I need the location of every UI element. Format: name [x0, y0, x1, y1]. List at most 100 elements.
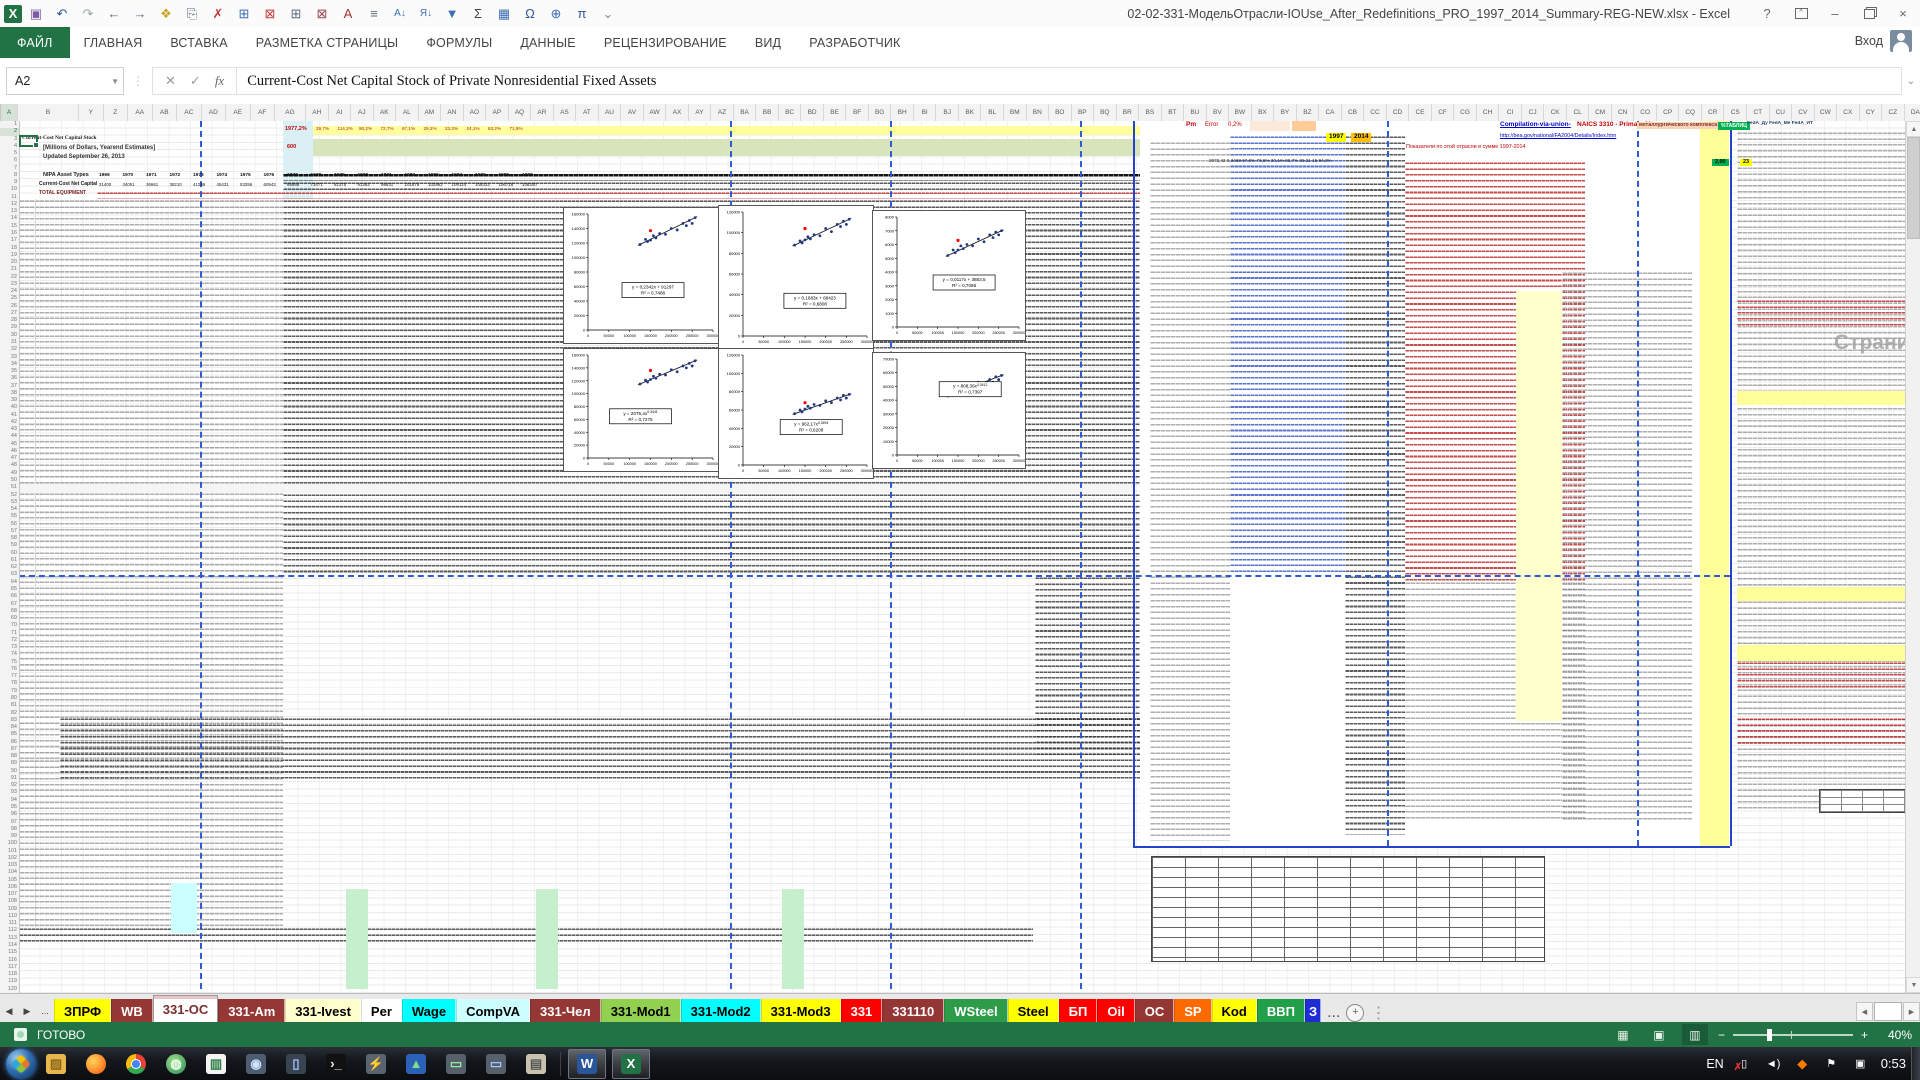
row-header-17[interactable]: 17: [0, 237, 19, 244]
sheet-tab-Steel[interactable]: Steel: [1008, 999, 1059, 1023]
row-header-20[interactable]: 20: [0, 259, 19, 266]
firefox-taskbar-icon[interactable]: [81, 1051, 111, 1077]
row-header-22[interactable]: 22: [0, 274, 19, 281]
row-header-7[interactable]: 7: [0, 165, 19, 172]
sheet-tab-331110[interactable]: 331110: [882, 999, 944, 1023]
row-header-27[interactable]: 27: [0, 310, 19, 317]
row-header-23[interactable]: 23: [0, 281, 19, 288]
column-header-AT[interactable]: AT: [576, 104, 599, 121]
column-header-AJ[interactable]: AJ: [351, 104, 374, 121]
sheet-tab-Per[interactable]: Per: [361, 999, 402, 1023]
row-header-119[interactable]: 119: [0, 978, 19, 985]
row-header-109[interactable]: 109: [0, 906, 19, 913]
back-icon[interactable]: ←: [102, 3, 126, 25]
ribbon-tab-разработчик[interactable]: РАЗРАБОТЧИК: [795, 27, 914, 58]
paste-cells-icon[interactable]: ⎘: [180, 3, 204, 25]
sheet-tab-CompVA[interactable]: CompVA: [456, 999, 530, 1023]
horizontal-scroll-thumb[interactable]: [1874, 1002, 1902, 1021]
column-header-BQ[interactable]: BQ: [1094, 104, 1117, 121]
fax-printer-taskbar-icon[interactable]: ▤: [521, 1051, 551, 1077]
column-header-Y[interactable]: Y: [79, 104, 104, 121]
row-header-95[interactable]: 95: [0, 804, 19, 811]
network-icon[interactable]: ▣: [1852, 1056, 1869, 1071]
delete-table-icon[interactable]: ⊠: [310, 3, 334, 25]
column-header-CG[interactable]: CG: [1454, 104, 1477, 121]
row-header-113[interactable]: 113: [0, 935, 19, 942]
sheet-tab-331-Чел[interactable]: 331-Чел: [530, 999, 601, 1023]
column-header-CP[interactable]: CP: [1657, 104, 1680, 121]
column-header-BV[interactable]: BV: [1207, 104, 1230, 121]
row-header-2[interactable]: 2: [0, 128, 19, 135]
sign-in[interactable]: Вход: [1855, 30, 1912, 52]
row-header-85[interactable]: 85: [0, 731, 19, 738]
remote-desktop-taskbar-icon[interactable]: ▭: [441, 1051, 471, 1077]
delete-cells-right-icon[interactable]: ⊠: [258, 3, 282, 25]
row-header-92[interactable]: 92: [0, 782, 19, 789]
row-header-72[interactable]: 72: [0, 637, 19, 644]
column-header-AF[interactable]: AF: [251, 104, 276, 121]
column-header-CR[interactable]: CR: [1702, 104, 1725, 121]
sort-desc-icon[interactable]: Я↓: [414, 3, 438, 25]
sheet-tab-ЗПРФ[interactable]: ЗПРФ: [54, 999, 111, 1023]
row-header-104[interactable]: 104: [0, 869, 19, 876]
column-header-CD[interactable]: CD: [1387, 104, 1410, 121]
row-header-21[interactable]: 21: [0, 266, 19, 273]
row-header-96[interactable]: 96: [0, 811, 19, 818]
scatter-chart-2[interactable]: 0200004000060000800001000001200000500001…: [718, 205, 874, 350]
row-header-26[interactable]: 26: [0, 303, 19, 310]
format-painter-icon[interactable]: ❖: [154, 3, 178, 25]
account-avatar[interactable]: [1890, 30, 1912, 52]
column-header-CN[interactable]: CN: [1612, 104, 1635, 121]
row-header-24[interactable]: 24: [0, 288, 19, 295]
row-header-93[interactable]: 93: [0, 789, 19, 796]
redo-icon[interactable]: ↷: [76, 3, 100, 25]
sheet-tab-Oil[interactable]: Oil: [1097, 999, 1134, 1023]
column-header-AU[interactable]: AU: [599, 104, 622, 121]
ribbon-tab-вид[interactable]: ВИД: [741, 27, 795, 58]
row-header-47[interactable]: 47: [0, 455, 19, 462]
row-header-18[interactable]: 18: [0, 245, 19, 252]
column-header-CO[interactable]: CO: [1634, 104, 1657, 121]
row-header-57[interactable]: 57: [0, 528, 19, 535]
column-header-DA[interactable]: DA: [1905, 104, 1920, 121]
ribbon-tab-вставка[interactable]: ВСТАВКА: [156, 27, 241, 58]
ribbon-tab-формулы[interactable]: ФОРМУЛЫ: [412, 27, 506, 58]
row-header-34[interactable]: 34: [0, 361, 19, 368]
row-header-114[interactable]: 114: [0, 942, 19, 949]
row-header-91[interactable]: 91: [0, 775, 19, 782]
column-header-AK[interactable]: AK: [374, 104, 397, 121]
column-header-BC[interactable]: BC: [779, 104, 802, 121]
row-header-108[interactable]: 108: [0, 898, 19, 905]
column-header-AE[interactable]: AE: [226, 104, 251, 121]
file-explorer-taskbar-icon[interactable]: ▨: [41, 1051, 71, 1077]
row-header-99[interactable]: 99: [0, 833, 19, 840]
row-header-19[interactable]: 19: [0, 252, 19, 259]
sheet-tab-331-Mod1[interactable]: 331-Mod1: [601, 999, 681, 1023]
sheet-tab-Wage[interactable]: Wage: [402, 999, 456, 1023]
phone-app-taskbar-icon[interactable]: ▯: [281, 1051, 311, 1077]
vertical-scroll-thumb[interactable]: [1907, 137, 1920, 239]
row-header-35[interactable]: 35: [0, 368, 19, 375]
row-header-78[interactable]: 78: [0, 680, 19, 687]
column-header-BG[interactable]: BG: [869, 104, 892, 121]
row-header-63[interactable]: 63: [0, 571, 19, 578]
row-header-86[interactable]: 86: [0, 739, 19, 746]
sheet-tab-331-Ivest[interactable]: 331-Ivest: [285, 999, 361, 1023]
display-settings-taskbar-icon[interactable]: ▭: [481, 1051, 511, 1077]
row-header-110[interactable]: 110: [0, 913, 19, 920]
column-header-BP[interactable]: BP: [1072, 104, 1095, 121]
forward-icon[interactable]: →: [128, 3, 152, 25]
column-header-AA[interactable]: AA: [128, 104, 153, 121]
row-header-73[interactable]: 73: [0, 644, 19, 651]
close-button[interactable]: ×: [1886, 1, 1920, 27]
row-header-118[interactable]: 118: [0, 971, 19, 978]
column-header-CW[interactable]: CW: [1815, 104, 1838, 121]
column-header-BN[interactable]: BN: [1027, 104, 1050, 121]
column-header-CJ[interactable]: CJ: [1522, 104, 1545, 121]
sheet-tab-WB[interactable]: WB: [111, 999, 153, 1023]
row-header-15[interactable]: 15: [0, 223, 19, 230]
hyperlink-globe-icon[interactable]: ⊕: [544, 3, 568, 25]
cancel-icon[interactable]: ✕: [165, 73, 176, 89]
sheet-tab-331-Mod3[interactable]: 331-Mod3: [761, 999, 841, 1023]
row-header-117[interactable]: 117: [0, 964, 19, 971]
